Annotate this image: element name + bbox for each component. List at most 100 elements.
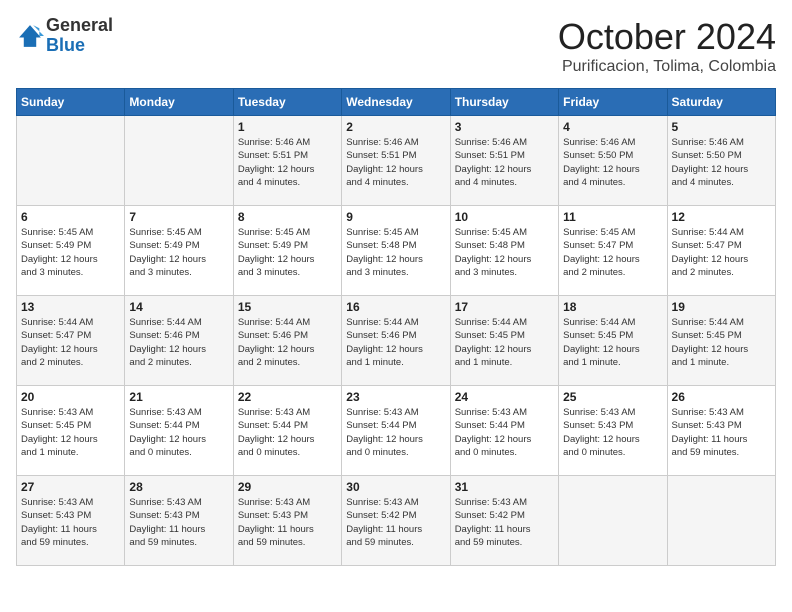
logo-icon [16, 22, 44, 50]
day-info: Sunrise: 5:46 AM Sunset: 5:51 PM Dayligh… [346, 136, 445, 189]
day-number: 12 [672, 210, 771, 224]
day-number: 10 [455, 210, 554, 224]
calendar-cell: 2 Sunrise: 5:46 AM Sunset: 5:51 PM Daylig… [342, 116, 450, 206]
day-info: Sunrise: 5:43 AM Sunset: 5:43 PM Dayligh… [238, 496, 337, 549]
day-info: Sunrise: 5:44 AM Sunset: 5:45 PM Dayligh… [455, 316, 554, 369]
calendar-cell: 17 Sunrise: 5:44 AM Sunset: 5:45 PM Dayli… [450, 296, 558, 386]
day-number: 16 [346, 300, 445, 314]
calendar-cell: 31 Sunrise: 5:43 AM Sunset: 5:42 PM Dayli… [450, 476, 558, 566]
day-info: Sunrise: 5:45 AM Sunset: 5:49 PM Dayligh… [238, 226, 337, 279]
weekday-header-wednesday: Wednesday [342, 89, 450, 116]
day-info: Sunrise: 5:43 AM Sunset: 5:43 PM Dayligh… [563, 406, 662, 459]
calendar-cell: 12 Sunrise: 5:44 AM Sunset: 5:47 PM Dayli… [667, 206, 775, 296]
day-info: Sunrise: 5:43 AM Sunset: 5:43 PM Dayligh… [672, 406, 771, 459]
day-info: Sunrise: 5:43 AM Sunset: 5:45 PM Dayligh… [21, 406, 120, 459]
day-info: Sunrise: 5:44 AM Sunset: 5:47 PM Dayligh… [672, 226, 771, 279]
calendar-cell: 28 Sunrise: 5:43 AM Sunset: 5:43 PM Dayli… [125, 476, 233, 566]
day-info: Sunrise: 5:43 AM Sunset: 5:44 PM Dayligh… [129, 406, 228, 459]
day-info: Sunrise: 5:44 AM Sunset: 5:45 PM Dayligh… [563, 316, 662, 369]
calendar-cell: 3 Sunrise: 5:46 AM Sunset: 5:51 PM Daylig… [450, 116, 558, 206]
day-number: 28 [129, 480, 228, 494]
calendar-cell: 21 Sunrise: 5:43 AM Sunset: 5:44 PM Dayli… [125, 386, 233, 476]
calendar-cell: 23 Sunrise: 5:43 AM Sunset: 5:44 PM Dayli… [342, 386, 450, 476]
day-number: 5 [672, 120, 771, 134]
day-number: 21 [129, 390, 228, 404]
month-title: October 2024 [558, 16, 776, 58]
day-info: Sunrise: 5:45 AM Sunset: 5:49 PM Dayligh… [21, 226, 120, 279]
calendar-cell [667, 476, 775, 566]
title-block: October 2024 Purificacion, Tolima, Colom… [558, 16, 776, 76]
day-number: 22 [238, 390, 337, 404]
day-info: Sunrise: 5:45 AM Sunset: 5:48 PM Dayligh… [455, 226, 554, 279]
day-number: 24 [455, 390, 554, 404]
week-row-2: 6 Sunrise: 5:45 AM Sunset: 5:49 PM Daylig… [17, 206, 776, 296]
day-number: 25 [563, 390, 662, 404]
calendar-cell: 4 Sunrise: 5:46 AM Sunset: 5:50 PM Daylig… [559, 116, 667, 206]
day-number: 30 [346, 480, 445, 494]
day-info: Sunrise: 5:43 AM Sunset: 5:42 PM Dayligh… [346, 496, 445, 549]
day-number: 18 [563, 300, 662, 314]
calendar-cell: 1Sunrise: 5:46 AM Sunset: 5:51 PM Daylig… [233, 116, 341, 206]
week-row-4: 20 Sunrise: 5:43 AM Sunset: 5:45 PM Dayli… [17, 386, 776, 476]
weekday-header-thursday: Thursday [450, 89, 558, 116]
day-number: 2 [346, 120, 445, 134]
calendar-cell: 29 Sunrise: 5:43 AM Sunset: 5:43 PM Dayli… [233, 476, 341, 566]
day-number: 1 [238, 120, 337, 134]
calendar-cell: 18 Sunrise: 5:44 AM Sunset: 5:45 PM Dayli… [559, 296, 667, 386]
calendar-cell: 27Sunrise: 5:43 AM Sunset: 5:43 PM Dayli… [17, 476, 125, 566]
day-number: 15 [238, 300, 337, 314]
calendar-cell: 14Sunrise: 5:44 AM Sunset: 5:46 PM Dayli… [125, 296, 233, 386]
day-info: Sunrise: 5:43 AM Sunset: 5:44 PM Dayligh… [455, 406, 554, 459]
day-info: Sunrise: 5:45 AM Sunset: 5:48 PM Dayligh… [346, 226, 445, 279]
calendar-cell: 26 Sunrise: 5:43 AM Sunset: 5:43 PM Dayli… [667, 386, 775, 476]
day-number: 31 [455, 480, 554, 494]
weekday-header-saturday: Saturday [667, 89, 775, 116]
calendar-cell: 15Sunrise: 5:44 AM Sunset: 5:46 PM Dayli… [233, 296, 341, 386]
day-info: Sunrise: 5:43 AM Sunset: 5:44 PM Dayligh… [346, 406, 445, 459]
day-number: 7 [129, 210, 228, 224]
week-row-5: 27Sunrise: 5:43 AM Sunset: 5:43 PM Dayli… [17, 476, 776, 566]
weekday-header-friday: Friday [559, 89, 667, 116]
day-number: 8 [238, 210, 337, 224]
calendar-cell: 30 Sunrise: 5:43 AM Sunset: 5:42 PM Dayli… [342, 476, 450, 566]
logo-general-text: General [46, 15, 113, 35]
day-info: Sunrise: 5:46 AM Sunset: 5:50 PM Dayligh… [563, 136, 662, 189]
calendar-cell: 10 Sunrise: 5:45 AM Sunset: 5:48 PM Dayli… [450, 206, 558, 296]
calendar-cell: 22 Sunrise: 5:43 AM Sunset: 5:44 PM Dayli… [233, 386, 341, 476]
day-number: 4 [563, 120, 662, 134]
day-number: 17 [455, 300, 554, 314]
day-number: 3 [455, 120, 554, 134]
day-number: 26 [672, 390, 771, 404]
weekday-header-row: SundayMondayTuesdayWednesdayThursdayFrid… [17, 89, 776, 116]
day-number: 6 [21, 210, 120, 224]
page-header: General Blue October 2024 Purificacion, … [16, 16, 776, 76]
day-number: 20 [21, 390, 120, 404]
logo: General Blue [16, 16, 113, 56]
day-number: 29 [238, 480, 337, 494]
week-row-3: 13 Sunrise: 5:44 AM Sunset: 5:47 PM Dayli… [17, 296, 776, 386]
calendar-cell [125, 116, 233, 206]
day-info: Sunrise: 5:43 AM Sunset: 5:43 PM Dayligh… [129, 496, 228, 549]
day-info: Sunrise: 5:43 AM Sunset: 5:42 PM Dayligh… [455, 496, 554, 549]
calendar-cell: 6 Sunrise: 5:45 AM Sunset: 5:49 PM Daylig… [17, 206, 125, 296]
calendar-cell: 11 Sunrise: 5:45 AM Sunset: 5:47 PM Dayli… [559, 206, 667, 296]
day-number: 13 [21, 300, 120, 314]
calendar-cell: 5 Sunrise: 5:46 AM Sunset: 5:50 PM Daylig… [667, 116, 775, 206]
calendar-cell: 7Sunrise: 5:45 AM Sunset: 5:49 PM Daylig… [125, 206, 233, 296]
day-info: Sunrise: 5:43 AM Sunset: 5:44 PM Dayligh… [238, 406, 337, 459]
day-number: 11 [563, 210, 662, 224]
day-info: Sunrise: 5:44 AM Sunset: 5:47 PM Dayligh… [21, 316, 120, 369]
calendar-cell: 8 Sunrise: 5:45 AM Sunset: 5:49 PM Daylig… [233, 206, 341, 296]
weekday-header-monday: Monday [125, 89, 233, 116]
day-number: 9 [346, 210, 445, 224]
day-number: 23 [346, 390, 445, 404]
day-info: Sunrise: 5:45 AM Sunset: 5:47 PM Dayligh… [563, 226, 662, 279]
day-info: Sunrise: 5:44 AM Sunset: 5:46 PM Dayligh… [129, 316, 228, 369]
calendar-cell: 24 Sunrise: 5:43 AM Sunset: 5:44 PM Dayli… [450, 386, 558, 476]
location-subtitle: Purificacion, Tolima, Colombia [558, 58, 776, 76]
day-info: Sunrise: 5:46 AM Sunset: 5:51 PM Dayligh… [455, 136, 554, 189]
day-info: Sunrise: 5:46 AM Sunset: 5:50 PM Dayligh… [672, 136, 771, 189]
calendar-cell: 16 Sunrise: 5:44 AM Sunset: 5:46 PM Dayli… [342, 296, 450, 386]
day-info: Sunrise: 5:43 AM Sunset: 5:43 PM Dayligh… [21, 496, 120, 549]
day-info: Sunrise: 5:44 AM Sunset: 5:46 PM Dayligh… [346, 316, 445, 369]
